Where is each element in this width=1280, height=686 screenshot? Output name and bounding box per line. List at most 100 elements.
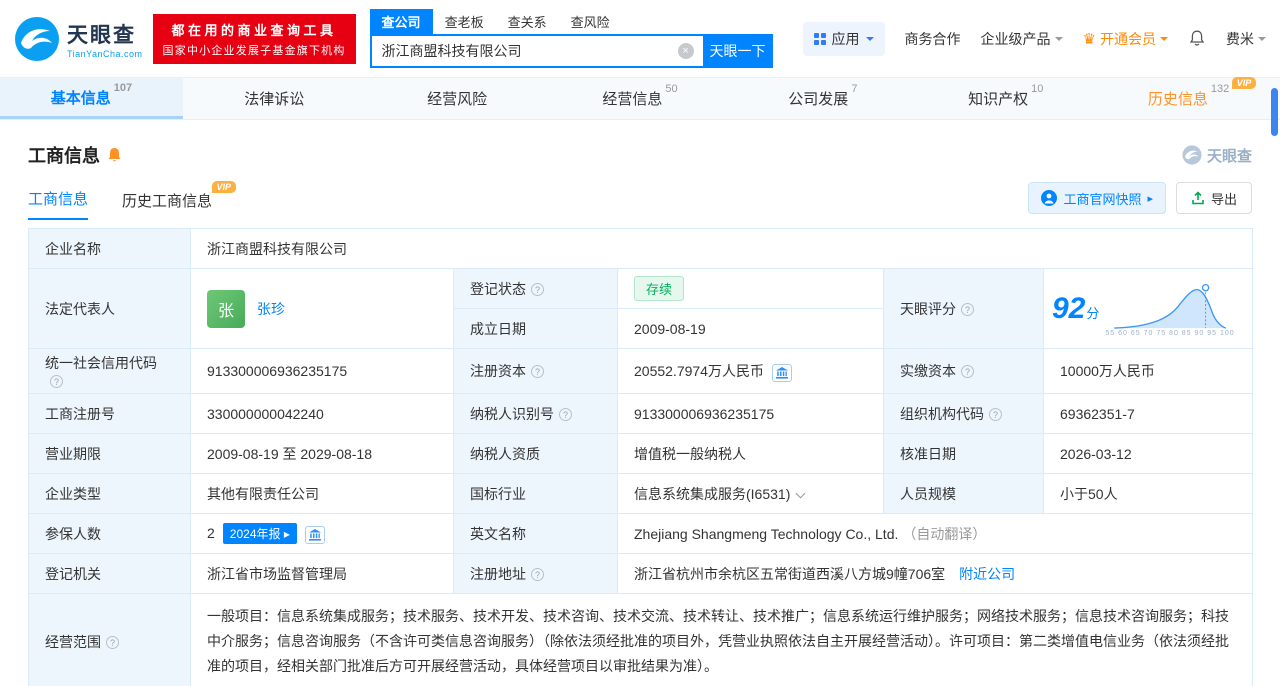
credit-code-label: 统一社会信用代码 (45, 355, 157, 371)
scrollbar-thumb[interactable] (1271, 88, 1278, 136)
clear-icon[interactable]: × (677, 43, 694, 59)
table-row: 法定代表人 张 张珍 登记状态? 存续 天眼评分? 92分 55 60 65 7… (28, 268, 1254, 349)
vip-badge: VIP (1231, 77, 1257, 89)
search-tab-risk[interactable]: 查风险 (559, 9, 622, 34)
tab-basic-info[interactable]: 基本信息 107 (0, 78, 183, 119)
official-snapshot-button[interactable]: 工商官网快照 ▸ (1028, 182, 1166, 214)
help-icon[interactable]: ? (106, 635, 119, 649)
nav-cooperation[interactable]: 商务合作 (905, 29, 961, 49)
score-label: 天眼评分 (900, 300, 956, 317)
nav-enterprise-label: 企业级产品 (980, 30, 1051, 47)
search-tab-relation[interactable]: 查关系 (496, 9, 559, 34)
annual-report-badge[interactable]: 2024年报 ▸ (222, 523, 297, 544)
help-icon[interactable]: ? (559, 407, 572, 421)
tab-label: 基本信息 (50, 89, 111, 107)
table-row: 工商注册号 330000000042240 纳税人识别号? 9133000069… (28, 393, 1254, 434)
credit-code-value: 913300006936235175 (190, 348, 454, 394)
tab-legal-litigation[interactable]: 法律诉讼 (183, 78, 366, 119)
search-tab-boss[interactable]: 查老板 (433, 9, 496, 34)
watermark-logo: 天眼查 (1182, 145, 1252, 166)
logo-text: 天眼查 TianYanCha.com (67, 19, 143, 59)
legal-rep-cell: 张 张珍 (190, 268, 454, 349)
search-tab-company[interactable]: 查公司 (369, 9, 433, 34)
search-button[interactable]: 天眼一下 (702, 34, 773, 68)
help-icon[interactable]: ? (50, 375, 63, 388)
page: 天眼查 TianYanCha.com 都在用的商业查询工具 国家中小企业发展子基… (0, 0, 1280, 686)
reg-capital-label: 注册资本 (470, 363, 526, 379)
nav-cooperation-label: 商务合作 (904, 30, 961, 47)
legal-rep-link[interactable]: 张珍 (257, 299, 285, 319)
insured-count-cell: 2 2024年报 ▸ (190, 513, 454, 554)
reg-address-value: 浙江省杭州市余杭区五常街道西溪八方城9幢706室 (634, 565, 946, 582)
main-tab-bar: 基本信息 107 法律诉讼 经营风险 经营信息 50 公司发展 7 知识产权 10 历史… (0, 77, 1280, 120)
field-label: 企业类型 (28, 473, 191, 514)
chevron-down-icon[interactable] (795, 488, 806, 498)
tab-operating-risk[interactable]: 经营风险 (366, 78, 549, 119)
tab-count: 107 (113, 81, 133, 94)
field-label: 成立日期 (453, 308, 618, 349)
score-chart: 55 60 65 70 75 80 85 90 95 100 (1105, 280, 1234, 337)
auto-translate-note: （自动翻译） (902, 525, 987, 542)
bank-icon[interactable] (304, 526, 325, 544)
field-label: 参保人数 (28, 513, 191, 554)
score-cell[interactable]: 92分 55 60 65 70 75 80 85 90 95 100 (1042, 268, 1254, 349)
business-term-value: 2009-08-19 至 2029-08-18 (190, 433, 454, 474)
subtab-business-info[interactable]: 工商信息 (28, 188, 89, 220)
subtab-history-business-info[interactable]: 历史工商信息 VIP (122, 181, 237, 220)
help-icon[interactable]: ? (531, 282, 544, 296)
org-code-value: 69362351-7 (1042, 393, 1254, 434)
section-header: 工商信息 天眼查 (0, 120, 1280, 180)
tab-intellectual-property[interactable]: 知识产权 10 (914, 78, 1097, 119)
tab-business-info[interactable]: 经营信息 50 (549, 78, 732, 119)
field-label: 国标行业 (453, 473, 618, 514)
watermark-logo-icon (1182, 145, 1202, 165)
help-icon[interactable]: ? (961, 302, 974, 316)
export-button[interactable]: 导出 (1175, 182, 1252, 214)
subtab-actions: 工商官网快照 ▸ 导出 (1028, 182, 1252, 220)
subscribe-bell-icon[interactable] (107, 147, 122, 163)
business-scope-label: 经营范围 (45, 633, 101, 650)
tab-count: 132 (1210, 83, 1230, 95)
nav-enterprise-products[interactable]: 企业级产品 (981, 29, 1063, 49)
insured-count-value: 2 (207, 525, 215, 541)
field-label: 纳税人识别号? (453, 393, 618, 434)
taxpayer-id-label: 纳税人识别号 (470, 405, 554, 422)
notification-bell-icon[interactable] (1188, 29, 1206, 48)
top-nav: 应用 商务合作 企业级产品 ♛ 开通会员 费米 (802, 21, 1266, 56)
field-label: 人员规模 (883, 473, 1044, 514)
field-label: 工商注册号 (28, 393, 191, 434)
promo-line2: 国家中小企业发展子基金旗下机构 (162, 44, 346, 57)
field-label: 登记机关 (28, 553, 191, 594)
tab-company-development[interactable]: 公司发展 7 (731, 78, 914, 119)
paid-capital-label: 实缴资本 (900, 363, 956, 379)
tianyancha-logo[interactable]: 天眼查 TianYanCha.com (14, 16, 143, 62)
logo-title: 天眼查 (67, 23, 136, 47)
tab-label: 历史信息 (1147, 91, 1208, 108)
nav-open-vip[interactable]: ♛ 开通会员 (1083, 29, 1168, 49)
table-row: 参保人数 2 2024年报 ▸ 英文名称 Zhejiang Shangmeng T… (28, 513, 1254, 554)
nav-user[interactable]: 费米 (1226, 29, 1266, 49)
help-icon[interactable]: ? (989, 407, 1002, 421)
reg-status-label: 登记状态 (470, 280, 526, 297)
avatar[interactable]: 张 (207, 289, 245, 328)
score-axis: 55 60 65 70 75 80 85 90 95 100 (1105, 330, 1235, 337)
tab-label: 法律诉讼 (244, 91, 305, 108)
search-input[interactable] (369, 34, 703, 68)
export-icon (1192, 191, 1204, 205)
field-label: 实缴资本? (883, 348, 1044, 394)
field-label: 注册资本? (453, 348, 618, 394)
reg-address-cell: 浙江省杭州市余杭区五常街道西溪八方城9幢706室 附近公司 (616, 553, 1254, 594)
help-icon[interactable]: ? (531, 567, 544, 581)
promo-line1: 都在用的商业查询工具 (171, 22, 337, 38)
export-label: 导出 (1210, 191, 1237, 207)
approval-date-value: 2026-03-12 (1042, 433, 1254, 474)
help-icon[interactable]: ? (961, 365, 974, 378)
nearby-companies-link[interactable]: 附近公司 (959, 566, 1015, 582)
reg-capital-value: 20552.7974万人民币 (634, 362, 764, 379)
tab-history-info[interactable]: 历史信息 132 VIP (1097, 77, 1280, 119)
paid-capital-value: 10000万人民币 (1042, 348, 1254, 394)
bank-icon[interactable] (771, 363, 792, 382)
help-icon[interactable]: ? (531, 365, 544, 378)
nav-apps[interactable]: 应用 (802, 21, 885, 56)
score-unit: 分 (1086, 305, 1100, 321)
